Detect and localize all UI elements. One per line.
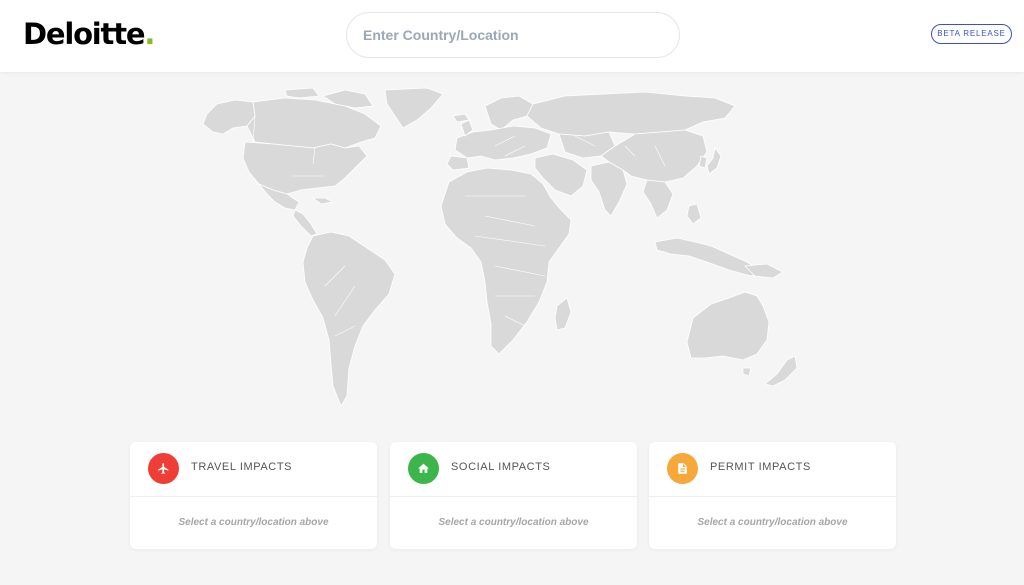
- deloitte-logo[interactable]: Deloitte.: [23, 14, 155, 54]
- map-region-madagascar[interactable]: [554, 297, 572, 331]
- map-region-arctic-islands-2[interactable]: [284, 87, 320, 99]
- country-search-input[interactable]: [346, 12, 680, 58]
- permit-impacts-card[interactable]: PERMIT IMPACTS Select a country/location…: [649, 442, 896, 549]
- logo-dot: .: [144, 17, 155, 51]
- map-region-central-america[interactable]: [292, 209, 318, 237]
- logo-text: Deloitte: [23, 17, 146, 51]
- airplane-icon: [148, 453, 179, 484]
- map-region-japan[interactable]: [706, 147, 722, 175]
- map-region-russia[interactable]: [526, 91, 736, 137]
- map-region-indonesia[interactable]: [654, 237, 764, 277]
- card-message: Select a country/location above: [438, 517, 589, 528]
- card-header: PERMIT IMPACTS: [649, 442, 896, 497]
- document-icon: [667, 453, 698, 484]
- map-region-india[interactable]: [590, 161, 628, 217]
- card-message: Select a country/location above: [697, 517, 848, 528]
- map-region-south-america[interactable]: [302, 231, 396, 406]
- home-icon: [408, 453, 439, 484]
- top-header: Deloitte. BETA RELEASE: [0, 0, 1024, 72]
- card-header: TRAVEL IMPACTS: [130, 442, 377, 497]
- card-title: PERMIT IMPACTS: [710, 461, 811, 473]
- card-header: SOCIAL IMPACTS: [390, 442, 637, 497]
- map-region-caribbean[interactable]: [312, 197, 334, 205]
- map-region-new-zealand[interactable]: [764, 355, 798, 387]
- world-map[interactable]: [195, 86, 835, 406]
- map-region-scandinavia[interactable]: [484, 95, 534, 131]
- map-region-iberia[interactable]: [446, 155, 470, 171]
- card-title: TRAVEL IMPACTS: [191, 461, 293, 473]
- map-region-greenland[interactable]: [384, 87, 444, 129]
- map-region-southeast-asia[interactable]: [642, 179, 674, 219]
- card-title: SOCIAL IMPACTS: [451, 461, 551, 473]
- travel-impacts-card[interactable]: TRAVEL IMPACTS Select a country/location…: [130, 442, 377, 549]
- card-message: Select a country/location above: [178, 517, 329, 528]
- map-region-australia[interactable]: [686, 291, 770, 361]
- social-impacts-card[interactable]: SOCIAL IMPACTS Select a country/location…: [390, 442, 637, 549]
- map-region-philippines[interactable]: [686, 203, 702, 225]
- map-region-alaska[interactable]: [202, 99, 256, 135]
- map-region-tasmania[interactable]: [742, 367, 752, 377]
- beta-release-badge[interactable]: BETA RELEASE: [931, 24, 1012, 44]
